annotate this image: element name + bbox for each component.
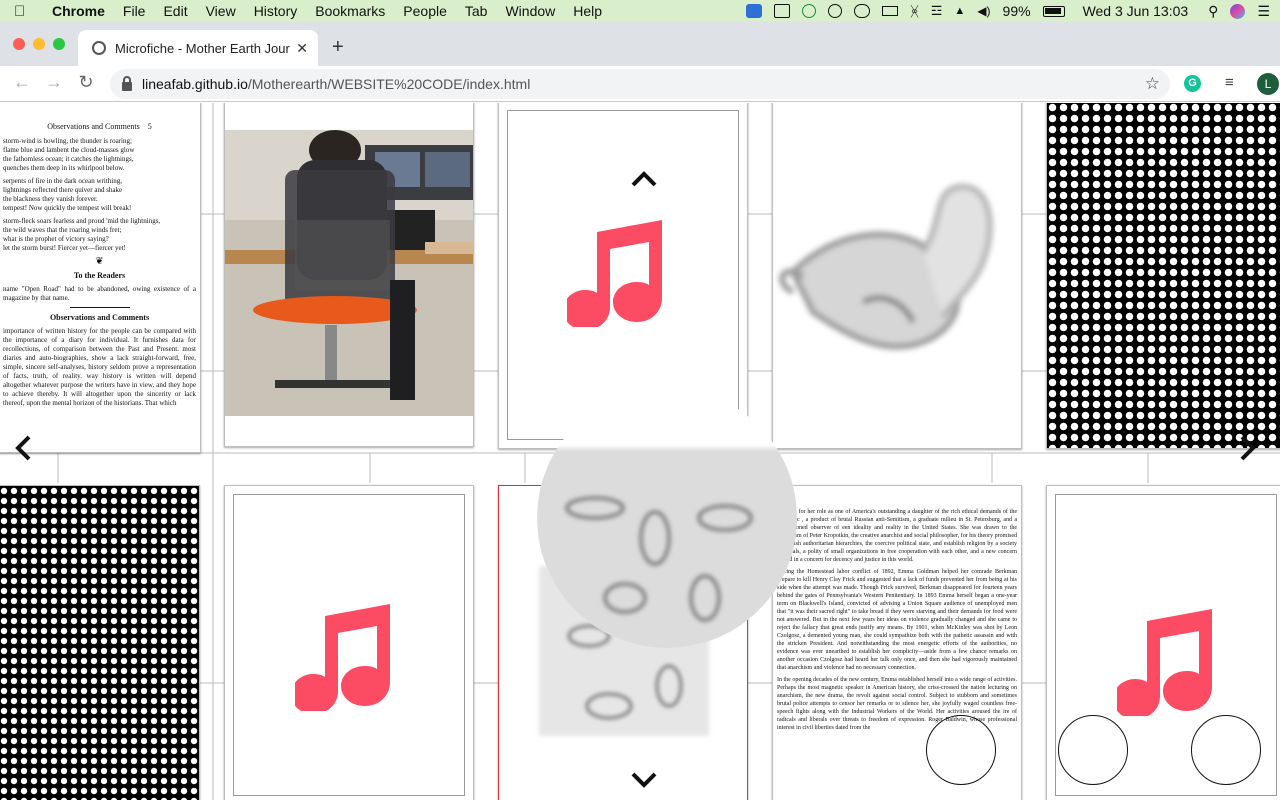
nav-right-arrow[interactable] — [1240, 435, 1256, 465]
notification-center-icon[interactable]: ☰ — [1257, 3, 1270, 20]
globe-icon — [92, 41, 106, 55]
browser-toolbar: ← → ↻ lineafab.github.io /Motherearth/WE… — [0, 66, 1280, 102]
grammarly-extension-icon[interactable]: G — [1184, 75, 1201, 92]
spotlight-search-icon[interactable]: ⚲ — [1208, 3, 1218, 20]
doc-poem-line: flame blue and lambent the cloud-masses … — [3, 146, 135, 154]
reading-list-icon[interactable]: ≡ — [1225, 74, 1234, 91]
ornament-icon: ❦ — [95, 256, 104, 267]
doc-poem-line: lightnings reflected there quiver and sh… — [3, 186, 123, 194]
menu-app-name[interactable]: Chrome — [52, 3, 105, 19]
app-store-icon[interactable] — [746, 4, 763, 18]
menu-view[interactable]: View — [206, 3, 236, 19]
magnifier-lens[interactable] — [535, 368, 800, 668]
divider — [69, 307, 130, 308]
doc-poem-line: the fathomless ocean; it catches the lig… — [3, 155, 134, 163]
music-note-icon[interactable] — [295, 596, 395, 711]
menu-tab[interactable]: Tab — [465, 3, 488, 19]
doc-paragraph: importance of written history for the pe… — [3, 327, 196, 407]
reload-button[interactable]: ↻ — [74, 72, 98, 93]
lock-icon[interactable] — [122, 75, 132, 91]
menu-window[interactable]: Window — [505, 3, 555, 19]
menu-edit[interactable]: Edit — [163, 3, 187, 19]
nav-down-arrow[interactable] — [631, 766, 657, 792]
microfiche-viewport: Observations and Comments 5 storm-wind i… — [0, 103, 1280, 800]
bookmark-star-icon[interactable]: ☆ — [1145, 74, 1160, 94]
battery-icon[interactable] — [1042, 5, 1065, 17]
macos-menu-bar:  Chrome File Edit View History Bookmark… — [0, 0, 1280, 22]
doc-poem-line: let the storm burst! Fiercer yet—fiercer… — [3, 244, 126, 252]
cc-icon[interactable] — [828, 4, 843, 18]
siri-icon[interactable] — [1230, 3, 1246, 19]
menu-help[interactable]: Help — [573, 3, 602, 19]
doc-poem-line: what is the prophet of victory saying? — [3, 235, 109, 243]
doc-poem-line: tempest! Now quickly the tempest will br… — [3, 204, 132, 212]
tab-strip: Microfiche - Mother Earth Jour ✕ + — [0, 22, 1280, 66]
wifi-icon[interactable]: ☲ — [931, 3, 943, 19]
clock[interactable]: Wed 3 Jun 13:03 — [1083, 3, 1189, 19]
music-note-icon[interactable] — [567, 212, 667, 327]
doc-poem-line: quenches them deep in its whirlpool belo… — [3, 164, 125, 172]
circle-button-1[interactable] — [926, 715, 996, 785]
back-button[interactable]: ← — [10, 72, 34, 93]
doc-poem-line: the wild waves that the roaring winds fr… — [3, 226, 122, 234]
doc-poem-line: storm-wind is howling, the thunder is ro… — [3, 137, 132, 145]
bluetooth-icon[interactable]: ᚸ — [910, 3, 918, 19]
office-chair-photo — [225, 130, 473, 416]
halftone-pattern-card-1[interactable] — [1046, 103, 1280, 449]
doc-paragraph: During the Homestead labor conflict of 1… — [777, 569, 1017, 671]
doc-header: Observations and Comments 5 — [47, 122, 152, 131]
tab-title: Microfiche - Mother Earth Jour — [115, 40, 290, 56]
menu-bookmarks[interactable]: Bookmarks — [315, 3, 385, 19]
document-text: tran and for her role as one of America'… — [777, 508, 1017, 736]
fish-sculpture-image — [779, 183, 993, 350]
printer-icon[interactable] — [882, 6, 899, 16]
doc-paragraph: tran and for her role as one of America'… — [777, 509, 1017, 563]
halftone-pattern-card-2[interactable] — [0, 485, 200, 800]
doc-section-title: Observations and Comments — [49, 313, 150, 322]
tab-microfiche[interactable]: Microfiche - Mother Earth Jour ✕ — [78, 30, 318, 66]
window-minimize-button[interactable] — [33, 38, 45, 50]
photo-card[interactable] — [224, 103, 474, 447]
doc-poem-line: serpents of fire in the dark ocean writh… — [3, 177, 122, 185]
audio-card-2[interactable] — [224, 485, 474, 800]
doc-poem-line: storm-fleck soars fearless and proud 'mi… — [3, 217, 161, 225]
menu-people[interactable]: People — [403, 3, 447, 19]
tab-close-icon[interactable]: ✕ — [296, 40, 308, 57]
creative-cloud-icon[interactable] — [854, 4, 871, 18]
menu-file[interactable]: File — [123, 3, 146, 19]
doc-paragraph: name "Open Road" had to be abandoned, ow… — [3, 285, 196, 302]
nav-left-arrow[interactable] — [15, 435, 31, 465]
circle-button-3[interactable] — [1191, 715, 1261, 785]
address-bar[interactable]: lineafab.github.io /Motherearth/WEBSITE%… — [110, 69, 1170, 99]
evernote-icon[interactable] — [802, 4, 817, 18]
volume-icon[interactable]: ◀) — [977, 4, 990, 18]
url-host: lineafab.github.io — [142, 76, 248, 92]
airplay-icon[interactable]: ▲ — [954, 5, 965, 17]
profile-avatar[interactable]: L — [1257, 73, 1279, 95]
doc-poem-line: the blackness they vanish forever. — [3, 195, 98, 203]
document-text: Observations and Comments 5 storm-wind i… — [3, 122, 196, 412]
doc-section-title: To the Readers — [73, 271, 126, 280]
circle-button-2[interactable] — [1058, 715, 1128, 785]
new-tab-button[interactable]: + — [332, 36, 344, 59]
apple-icon[interactable]:  — [14, 3, 36, 20]
menu-history[interactable]: History — [254, 3, 298, 19]
forward-button[interactable]: → — [42, 72, 66, 93]
status-tray: ᚸ ☲ ▲ ◀) 99% Wed 3 Jun 13:03 ⚲ ☰ — [746, 0, 1270, 22]
display-icon[interactable] — [774, 4, 791, 18]
battery-percent: 99% — [1002, 3, 1031, 19]
nav-up-arrow[interactable] — [631, 165, 657, 191]
window-close-button[interactable] — [13, 38, 25, 50]
sculpture-card[interactable] — [772, 103, 1022, 449]
url-path: /Motherearth/WEBSITE%20CODE/index.html — [247, 76, 531, 92]
document-card-1[interactable]: Observations and Comments 5 storm-wind i… — [0, 103, 201, 453]
window-fullscreen-button[interactable] — [53, 38, 65, 50]
music-note-icon[interactable] — [1117, 601, 1217, 716]
